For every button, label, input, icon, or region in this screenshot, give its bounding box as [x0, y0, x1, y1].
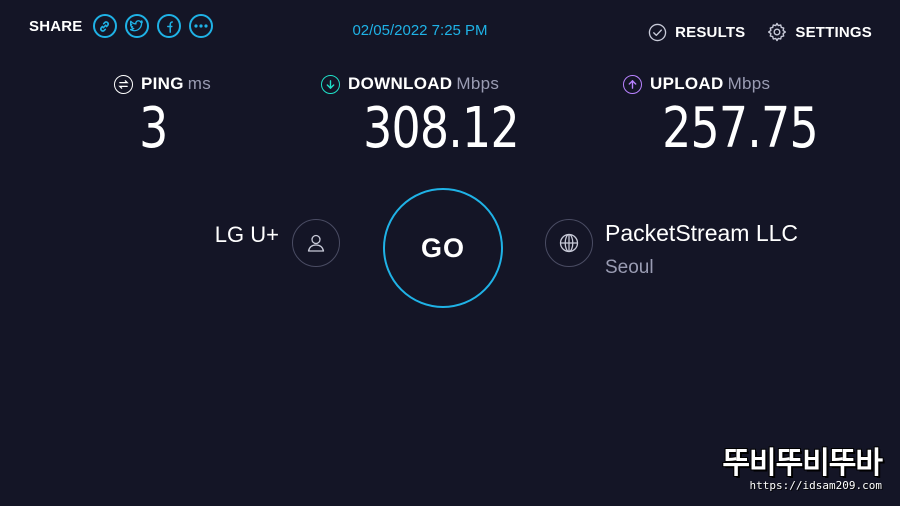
ping-label: PING — [141, 74, 184, 93]
settings-label: SETTINGS — [795, 23, 872, 41]
download-metric: DOWNLOAD Mbps 308.12 — [321, 74, 520, 161]
results-label: RESULTS — [675, 23, 746, 41]
download-unit: Mbps — [456, 74, 500, 93]
speedtest-page: SHARE 02/05/2022 7:25 PM RESULTS SETTING… — [0, 0, 900, 506]
upload-metric: UPLOAD Mbps 257.75 — [623, 74, 819, 161]
server-location: Seoul — [605, 257, 654, 278]
ping-value: 3 — [139, 96, 168, 161]
check-circle-icon — [648, 23, 667, 41]
go-button[interactable]: GO — [383, 188, 503, 308]
ping-unit: ms — [187, 74, 212, 93]
ping-icon — [114, 74, 133, 94]
settings-link[interactable]: SETTINGS — [767, 22, 872, 42]
user-icon — [292, 219, 340, 267]
header-actions: RESULTS SETTINGS — [648, 22, 872, 42]
globe-icon[interactable] — [545, 219, 593, 267]
gear-icon — [768, 22, 787, 42]
watermark-logo: 뚜비뚜비뚜바 — [722, 447, 883, 480]
download-value: 308.12 — [363, 96, 520, 161]
upload-label: UPLOAD — [650, 74, 724, 93]
upload-value: 257.75 — [662, 96, 819, 161]
isp-name: LG U+ — [214, 222, 279, 247]
results-link[interactable]: RESULTS — [648, 23, 745, 42]
download-label: DOWNLOAD — [348, 74, 453, 93]
watermark-url: https://idsam209.com — [749, 479, 882, 492]
server-name[interactable]: PacketStream LLC — [605, 220, 798, 247]
upload-icon — [623, 74, 642, 94]
download-icon — [321, 74, 340, 94]
ping-metric: PING ms 3 — [114, 74, 212, 161]
upload-unit: Mbps — [727, 74, 771, 93]
watermark: 뚜비뚜비뚜바 https://idsam209.com — [722, 447, 883, 493]
